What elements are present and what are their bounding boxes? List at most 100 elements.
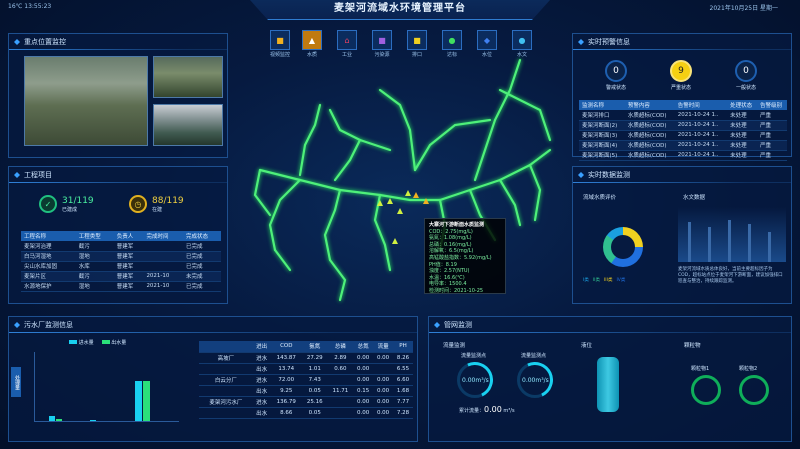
- clock-icon: ◷: [129, 195, 147, 213]
- factory-icon[interactable]: ⌂: [337, 30, 357, 50]
- pollution-icon[interactable]: ■: [372, 30, 392, 50]
- table-cell: 已完成: [182, 251, 221, 262]
- table-cell: 11.71: [327, 385, 354, 397]
- hydro-bars: [678, 207, 786, 262]
- table-cell: 高坡厂: [199, 352, 253, 364]
- sewage-bar-chart: [34, 352, 179, 422]
- table-cell: 曹建军: [113, 281, 144, 292]
- section-title: 流量监测: [443, 343, 466, 349]
- table-cell: 0.00: [373, 352, 394, 364]
- table-cell: 未处理: [727, 120, 758, 131]
- column-header[interactable]: 工程名称: [21, 231, 76, 241]
- table-cell: 水质超标(COD): [624, 110, 675, 121]
- tooltip-line: 电导率：1500.4: [429, 281, 467, 288]
- table-cell: 9.25: [270, 385, 302, 397]
- table-cell: 2021-10-24 1..: [674, 130, 728, 141]
- table-cell: 未处理: [727, 130, 758, 141]
- check-icon[interactable]: ●: [442, 30, 462, 50]
- column-header[interactable]: 氨氮: [301, 341, 328, 353]
- table-cell: 0.00: [353, 352, 374, 364]
- column-header[interactable]: 告警时间: [674, 100, 728, 110]
- table-cell: 8.66: [270, 407, 302, 419]
- column-header[interactable]: 总氮: [353, 341, 374, 353]
- table-row[interactable]: 麦架河断面(4) 水质超标(COD) 2021-10-24 1.. 未处理 严重: [579, 140, 787, 151]
- alarm-stat-warning: 0 警戒状态: [605, 60, 627, 91]
- particle-ring-2: [739, 375, 769, 405]
- legend-out: 出水量: [101, 339, 126, 346]
- camera-icon[interactable]: ■: [270, 30, 290, 50]
- stat-circle: 9: [670, 60, 692, 82]
- table-cell: [199, 363, 253, 375]
- table-cell: 136.79: [270, 396, 302, 408]
- stat-label: 警戒状态: [605, 85, 626, 91]
- column-header[interactable]: 工程类型: [75, 231, 114, 241]
- particle-ring-1: [691, 375, 721, 405]
- stat-circle: 0: [605, 60, 627, 82]
- camera-feed-3[interactable]: [153, 104, 223, 146]
- column-header[interactable]: 处理状态: [727, 100, 758, 110]
- subtitle-right: 水文数据: [683, 195, 706, 201]
- table-row[interactable]: 出水 8.66 0.05 0.00 0.00 7.28: [199, 407, 413, 419]
- table-row[interactable]: 水源地保护 湿地 曹建军 2021-10 已完成: [21, 281, 221, 292]
- table-row[interactable]: 麦架片区 截污 曹建军 2021-10 未完成: [21, 271, 221, 282]
- table-cell: 曹建军: [113, 261, 144, 272]
- table-cell: 0.00: [373, 374, 394, 386]
- column-header[interactable]: [199, 341, 253, 353]
- table-cell: 1.68: [393, 385, 413, 397]
- table-row[interactable]: 高坡厂 进水 143.87 27.29 2.89 0.00 0.00 8.26: [199, 352, 413, 364]
- camera-feed-main[interactable]: [24, 56, 148, 146]
- weather-time: 16℃ 13:55:23: [8, 3, 52, 10]
- outlet-icon[interactable]: ■: [407, 30, 427, 50]
- table-cell: 72.00: [270, 374, 302, 386]
- column-header[interactable]: 负责人: [113, 231, 144, 241]
- top-bar: 16℃ 13:55:23 麦架河流域水环境管理平台 2021年10月25日 星期…: [0, 0, 800, 22]
- column-header[interactable]: 流量: [373, 341, 394, 353]
- level-cylinder: [597, 357, 619, 412]
- table-row[interactable]: 白马河湿地 湿地 曹建军 已完成: [21, 251, 221, 262]
- column-header[interactable]: 监测名称: [579, 100, 625, 110]
- water-quality-table: 进出 COD 氨氮 总磷 总氮 流量 PH 高坡厂 进水 143.87 27.29 2.89 0.00 0…: [199, 341, 413, 419]
- column-header[interactable]: 进出: [252, 341, 271, 353]
- gauge-label: 流量监测点: [461, 353, 487, 359]
- bullet-icon: [14, 39, 20, 45]
- table-row[interactable]: 白云分厂 进水 72.00 7.43 0.00 0.00 6.60: [199, 374, 413, 386]
- stat-label: 已建成: [62, 206, 78, 213]
- camera-feed-2[interactable]: [153, 56, 223, 98]
- river-map[interactable]: [240, 50, 560, 310]
- gauge-value: 0.00m³/s: [522, 377, 549, 384]
- table-row[interactable]: 麦架河断面(2) 水质超标(COD) 2021-10-24 1.. 未处理 严重: [579, 120, 787, 131]
- table-row[interactable]: 麦架河断面(3) 水质超标(COD) 2021-10-24 1.. 未处理 严重: [579, 130, 787, 141]
- table-row[interactable]: 麦架河污水厂 进水 136.79 25.16 0.00 0.00 7.77: [199, 396, 413, 408]
- project-panel: 工程项目 ✓ 31/119 已建成 ◷ 88/119 在建 工程名称 工程类型 负责人完…: [8, 166, 228, 304]
- table-cell: 湿地: [75, 251, 114, 262]
- table-row[interactable]: 出水 13.74 1.01 0.60 0.00 6.55: [199, 363, 413, 375]
- table-row[interactable]: 出水 9.25 0.05 11.71 0.15 0.00 1.68: [199, 385, 413, 397]
- level-icon[interactable]: ◆: [477, 30, 497, 50]
- flask-icon[interactable]: ▲: [302, 30, 322, 50]
- chart-legend: 进水量 出水量: [69, 339, 126, 346]
- column-header[interactable]: PH: [393, 341, 413, 353]
- side-tab[interactable]: 处理量: [11, 367, 21, 397]
- table-cell: 0.60: [327, 363, 354, 375]
- column-header[interactable]: 完成状态: [182, 231, 221, 241]
- table-row[interactable]: 麦架河治理 截污 曹建军 已完成: [21, 241, 221, 252]
- column-header[interactable]: 告警级别: [757, 100, 787, 110]
- column-header[interactable]: 总磷: [327, 341, 354, 353]
- table-header: 进出 COD 氨氮 总磷 总氮 流量 PH: [199, 341, 413, 353]
- table-cell: 尖山水库加固: [21, 261, 76, 272]
- column-header[interactable]: COD: [270, 341, 302, 353]
- table-cell: 6.60: [393, 374, 413, 386]
- stat-label: 严重状态: [670, 85, 691, 91]
- column-header[interactable]: 预警内容: [624, 100, 675, 110]
- table-row[interactable]: 麦架河断面(5) 水质超标(COD) 2021-10-24 1.. 未处理 严重: [579, 150, 787, 161]
- table-row[interactable]: 麦架河排口 水质超标(COD) 2021-10-24 1.. 未处理 严重: [579, 110, 787, 121]
- ring-label: 颗粒物1: [691, 366, 710, 372]
- column-header[interactable]: 完成时间: [143, 231, 183, 241]
- sewage-panel: 污水厂监测信息 处理量 进水量 出水量 进出 COD 氨氮 总磷 总氮 流量 PH 高坡厂 进水…: [8, 316, 418, 442]
- table-cell: 0.15: [353, 385, 374, 397]
- table-cell: 0.00: [353, 363, 374, 375]
- drop-icon[interactable]: ●: [512, 30, 532, 50]
- table-cell: [199, 407, 253, 419]
- table-row[interactable]: 尖山水库加固 水库 曹建军 已完成: [21, 261, 221, 272]
- table-cell: 严重: [757, 140, 787, 151]
